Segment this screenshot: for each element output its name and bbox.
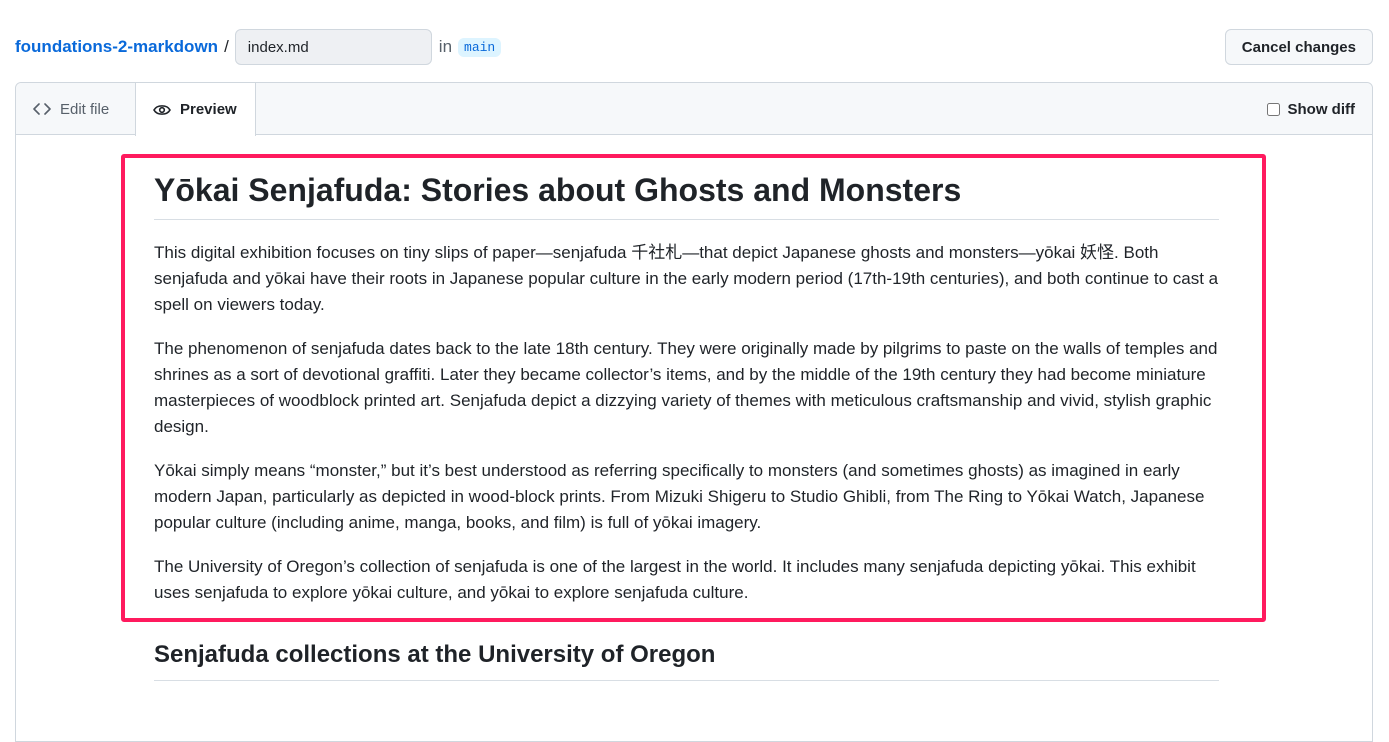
- filename-input[interactable]: [234, 29, 432, 65]
- preview-paragraph: The phenomenon of senjafuda dates back t…: [154, 339, 1218, 437]
- tab-preview[interactable]: Preview: [135, 83, 256, 136]
- branch-badge: main: [458, 37, 502, 57]
- editor-tabbar: Edit file Preview Show diff: [16, 83, 1372, 136]
- preview-paragraph: This digital exhibition focuses on tiny …: [154, 243, 1219, 315]
- repo-link[interactable]: foundations-2-markdown: [15, 37, 218, 57]
- file-header: foundations-2-markdown / in main Cancel …: [15, 29, 1373, 65]
- preview-paragraph: Yōkai simply means “monster,” but it’s b…: [154, 461, 1205, 533]
- tab-edit-file[interactable]: Edit file: [16, 83, 126, 135]
- code-icon: [33, 102, 51, 116]
- eye-icon: [153, 103, 171, 117]
- path-separator: /: [224, 37, 229, 56]
- cancel-changes-button[interactable]: Cancel changes: [1224, 29, 1373, 65]
- show-diff-label: Show diff: [1287, 100, 1356, 118]
- tab-edit-label: Edit file: [60, 100, 110, 118]
- markdown-preview: Yōkai Senjafuda: Stories about Ghosts an…: [154, 155, 1219, 682]
- show-diff-checkbox[interactable]: [1266, 102, 1280, 116]
- tab-preview-label: Preview: [180, 101, 237, 118]
- preview-title: Yōkai Senjafuda: Stories about Ghosts an…: [154, 171, 1219, 221]
- preview-subheading: Senjafuda collections at the University …: [154, 640, 1219, 682]
- show-diff-toggle[interactable]: Show diff: [1266, 83, 1356, 135]
- in-label: in: [438, 37, 453, 56]
- preview-paragraph: The University of Oregon’s collection of…: [154, 557, 1196, 603]
- editor-panel: Edit file Preview Show diff Yōkai Senjaf…: [15, 82, 1373, 742]
